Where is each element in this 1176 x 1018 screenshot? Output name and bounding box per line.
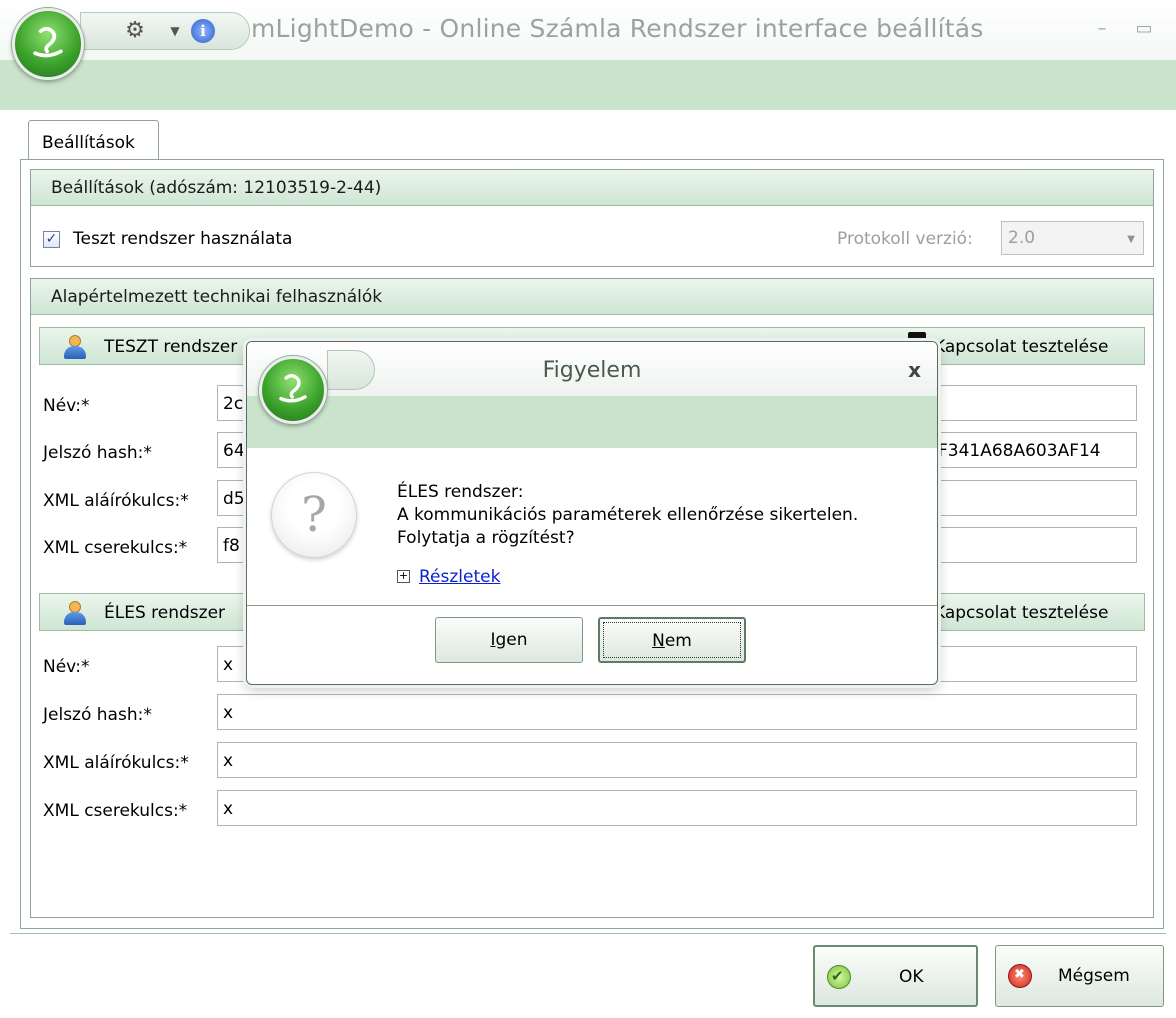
tab-settings[interactable]: Beállítások [28, 120, 159, 160]
chevron-down-icon[interactable]: ▼ [163, 19, 187, 43]
dialog-quick-access [327, 350, 375, 390]
main-window: ⚙ ▼ i mLightDemo - Online Számla Rendsze… [0, 0, 1176, 1018]
test-connection-button-test[interactable]: Kapcsolat tesztelése [934, 337, 1108, 357]
protocol-version-value: 2.0 [1008, 228, 1036, 248]
focus-rectangle [603, 622, 741, 658]
question-icon: ? [271, 472, 357, 558]
live-exchange-key-input[interactable]: x [217, 790, 1137, 826]
cancel-icon [1008, 964, 1032, 988]
info-icon[interactable]: i [191, 19, 215, 43]
protocol-version-label: Protokoll verzió: [837, 229, 973, 249]
close-icon[interactable]: x [908, 358, 921, 382]
technical-users-group-header: Alapértelmezett technikai felhasználók [31, 279, 1153, 315]
chevron-down-icon: ▼ [1127, 234, 1135, 245]
title-bar: ⚙ ▼ i mLightDemo - Online Számla Rendsze… [0, 0, 1176, 60]
yes-button-label: gen [495, 630, 528, 650]
no-button[interactable]: Nem [598, 617, 746, 663]
user-icon [64, 601, 86, 625]
dialog-message-line-3: Folytatja a rögzítést? [397, 528, 575, 548]
cancel-button[interactable]: Mégsem [995, 945, 1164, 1007]
plus-box-icon[interactable]: + [397, 570, 410, 583]
check-icon [827, 965, 851, 989]
live-system-title: ÉLES rendszer [104, 603, 226, 623]
footer-bar: OK Mégsem [0, 933, 1176, 1018]
test-exchange-key-label: XML cserekulcs:* [43, 538, 188, 558]
test-password-hash-label: Jelszó hash:* [43, 443, 152, 463]
dialog-ribbon [247, 396, 937, 448]
yes-button[interactable]: Igen [435, 617, 583, 663]
settings-group: Beállítások (adószám: 12103519-2-44) ✓ T… [30, 169, 1154, 267]
test-system-checkbox[interactable]: ✓ [43, 231, 60, 248]
footer-divider [10, 933, 1166, 934]
cancel-button-label: Mégsem [1058, 966, 1130, 986]
gear-icon[interactable]: ⚙ [123, 19, 147, 43]
test-signing-key-label: XML aláírókulcs:* [43, 491, 189, 511]
test-connection-button-live[interactable]: Kapcsolat tesztelése [934, 603, 1108, 623]
test-name-label: Név:* [43, 396, 90, 416]
dialog-message-line-1: ÉLES rendszer: [397, 482, 524, 502]
ok-button[interactable]: OK [813, 945, 978, 1007]
maximize-button[interactable]: ▭ [1130, 18, 1158, 39]
live-password-hash-input[interactable]: x [217, 694, 1137, 730]
user-icon [64, 335, 86, 359]
quick-access-toolbar: ⚙ ▼ i [80, 12, 250, 50]
app-orb-icon [259, 356, 327, 424]
settings-group-header: Beállítások (adószám: 12103519-2-44) [31, 170, 1153, 206]
test-password-hash-tail: F341A68A603AF14 [938, 441, 1101, 461]
minimize-button[interactable]: – [1088, 18, 1116, 39]
live-password-hash-label: Jelszó hash:* [43, 705, 152, 725]
tab-settings-label: Beállítások [42, 133, 135, 153]
live-signing-key-label: XML aláírókulcs:* [43, 753, 189, 773]
live-signing-key-input[interactable]: x [217, 742, 1137, 778]
live-name-label: Név:* [43, 657, 90, 677]
live-exchange-key-label: XML cserekulcs:* [43, 801, 188, 821]
app-orb-icon[interactable] [12, 8, 84, 80]
details-link[interactable]: Részletek [419, 567, 500, 587]
ok-button-label: OK [899, 967, 924, 987]
confirm-dialog: Figyelem x ? ÉLES rendszer: A kommunikác… [246, 341, 938, 685]
ribbon-bar [0, 60, 1176, 110]
dialog-divider [247, 605, 937, 606]
window-title: mLightDemo - Online Számla Rendszer inte… [251, 14, 984, 43]
protocol-version-select[interactable]: 2.0 ▼ [1001, 221, 1144, 255]
test-system-checkbox-label: Teszt rendszer használata [73, 229, 293, 249]
test-system-title: TESZT rendszer [104, 337, 238, 357]
dialog-message-line-2: A kommunikációs paraméterek ellenőrzése … [397, 505, 859, 525]
